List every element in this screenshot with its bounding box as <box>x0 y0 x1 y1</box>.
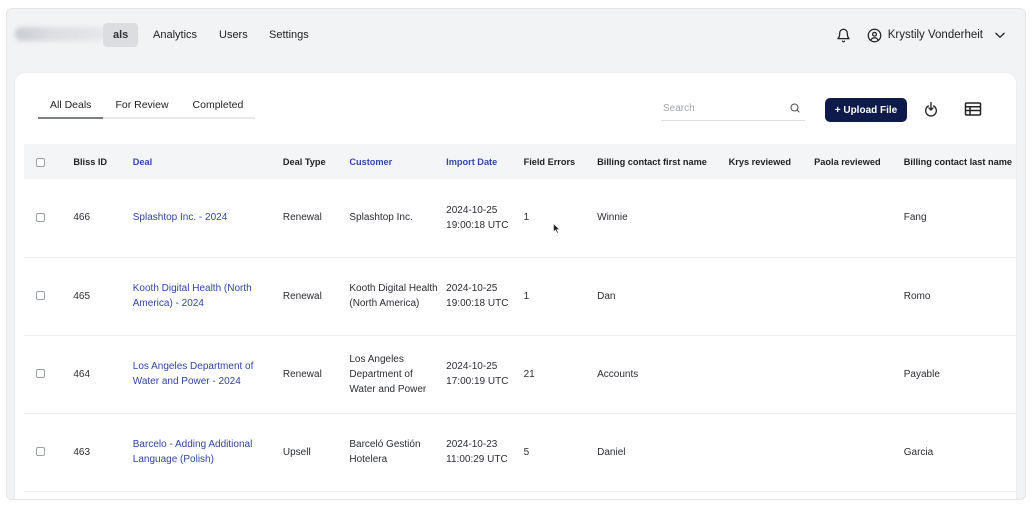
cell-billing-last-name: Romo <box>903 290 931 302</box>
column-header-customer[interactable]: Customer <box>345 144 442 179</box>
subtab-for-review[interactable]: For Review <box>103 97 181 119</box>
row-select-cell <box>24 257 69 335</box>
row-select-cell <box>24 179 69 257</box>
cell-customer: Splashtop Inc. <box>349 212 413 224</box>
column-header-import-date[interactable]: Import Date <box>442 144 519 179</box>
cell-krys-reviewed <box>725 335 811 413</box>
cell-billing-last-name: Garcia <box>903 446 934 458</box>
cell-bliss-id: 464 <box>73 368 91 380</box>
search-box <box>661 98 805 121</box>
cell-deal-type: Renewal <box>282 368 322 380</box>
table-header-row: Bliss ID Deal Deal Type Customer Import … <box>24 144 1016 179</box>
cell-deal-link[interactable]: Splashtop Inc. - 2024 <box>129 179 279 257</box>
cell-paola-reviewed <box>810 257 900 335</box>
select-all-header <box>24 144 69 179</box>
subtab-all-deals[interactable]: All Deals <box>38 97 104 119</box>
cell-krys-reviewed <box>725 179 811 257</box>
cell-krys-reviewed <box>725 413 811 491</box>
column-header-paola-reviewed[interactable]: Paola reviewed <box>810 144 900 179</box>
cell-krys-reviewed <box>725 257 811 335</box>
brand-logo <box>15 27 105 41</box>
cell-billing-last-name: Fang <box>903 212 927 224</box>
cell-customer: Kooth Digital Health (North America) <box>349 283 438 309</box>
column-header-bliss-id[interactable]: Bliss ID <box>69 144 128 179</box>
nav-tab-analytics[interactable]: Analytics <box>143 23 207 47</box>
column-header-billing-last-name[interactable]: Billing contact last name <box>900 144 1016 179</box>
subtab-completed[interactable]: Completed <box>180 97 256 119</box>
cell-import-date: 2024-10-25 17:00:19 UTC <box>446 361 509 387</box>
cell-paola-reviewed <box>810 335 900 413</box>
cell-deal-link[interactable]: Barcelo - Adding Additional Language (Po… <box>129 413 279 491</box>
cell-paola-reviewed <box>810 413 900 491</box>
row-select-cell <box>24 413 69 491</box>
cell-field-errors: 5 <box>523 446 530 458</box>
column-header-deal-type[interactable]: Deal Type <box>279 144 345 179</box>
cell-billing-last-name: Payable <box>903 368 940 380</box>
cell-bliss-id: 465 <box>73 290 91 302</box>
upload-file-button[interactable]: + Upload File <box>825 98 907 122</box>
row-select-cell <box>24 335 69 413</box>
cell-import-date: 2024-10-25 19:00:18 UTC <box>446 204 509 231</box>
cell-bliss-id: 466 <box>73 212 91 224</box>
nav-tab-settings[interactable]: Settings <box>259 23 319 47</box>
table-row[interactable]: 464 Los Angeles Department of Water and … <box>24 335 1016 413</box>
cell-customer: Los Angeles Department of Water and Powe… <box>349 353 427 395</box>
cell-bliss-id: 463 <box>73 446 91 458</box>
cell-billing-first-name: Daniel <box>597 446 626 458</box>
column-header-krys-reviewed[interactable]: Krys reviewed <box>725 144 811 179</box>
user-area: Krystily Vonderheit <box>836 23 1007 47</box>
table-row[interactable]: 463 Barcelo - Adding Additional Language… <box>24 413 1016 491</box>
table-columns-icon[interactable] <box>964 101 982 117</box>
user-circle-icon[interactable] <box>867 28 882 43</box>
deals-table: Bliss ID Deal Deal Type Customer Import … <box>24 144 1016 492</box>
bell-icon[interactable] <box>836 28 851 43</box>
row-checkbox[interactable] <box>36 213 45 223</box>
column-header-billing-first-name[interactable]: Billing contact first name <box>593 144 725 179</box>
chevron-down-icon[interactable] <box>993 28 1007 42</box>
nav-tab-deals[interactable]: als <box>103 23 139 47</box>
cell-field-errors: 1 <box>523 212 530 224</box>
cell-import-date: 2024-10-25 19:00:18 UTC <box>446 283 509 309</box>
cell-deal-type: Renewal <box>282 212 322 224</box>
table-row[interactable]: 465 Kooth Digital Health (North America)… <box>24 257 1016 335</box>
deal-filter-tabs: All Deals For Review Completed <box>38 97 256 121</box>
row-checkbox[interactable] <box>36 447 45 457</box>
cell-paola-reviewed <box>810 179 900 257</box>
mouse-cursor-icon <box>553 221 561 239</box>
cell-customer: Barceló Gestión Hotelera <box>349 439 421 465</box>
column-header-field-errors[interactable]: Field Errors <box>520 144 594 179</box>
app-window: als Analytics Users Settings Krystily Vo… <box>6 8 1026 500</box>
row-checkbox[interactable] <box>36 369 45 379</box>
table-row[interactable]: 466 Splashtop Inc. - 2024 Renewal Splash… <box>24 179 1016 257</box>
nav-tab-users[interactable]: Users <box>209 23 258 47</box>
search-icon[interactable] <box>789 102 801 114</box>
cell-deal-type: Upsell <box>282 446 311 458</box>
cell-billing-first-name: Winnie <box>597 212 628 224</box>
row-checkbox[interactable] <box>36 291 45 301</box>
cell-deal-link[interactable]: Los Angeles Department of Water and Powe… <box>129 335 279 413</box>
cell-field-errors: 1 <box>523 290 530 302</box>
column-header-deal[interactable]: Deal <box>129 144 279 179</box>
top-navigation: als Analytics Users Settings Krystily Vo… <box>7 9 1025 59</box>
export-icon[interactable] <box>923 101 939 119</box>
search-input[interactable] <box>661 98 783 118</box>
cell-deal-link[interactable]: Kooth Digital Health (North America) - 2… <box>129 257 279 335</box>
deals-card: All Deals For Review Completed + Upload … <box>15 73 1016 499</box>
cell-deal-type: Renewal <box>282 290 322 302</box>
cell-billing-first-name: Accounts <box>597 368 639 380</box>
select-all-checkbox[interactable] <box>36 157 45 167</box>
user-name[interactable]: Krystily Vonderheit <box>888 29 983 41</box>
cell-import-date: 2024-10-23 11:00:29 UTC <box>446 439 508 465</box>
cell-field-errors: 21 <box>523 368 535 380</box>
cell-billing-first-name: Dan <box>597 290 616 302</box>
